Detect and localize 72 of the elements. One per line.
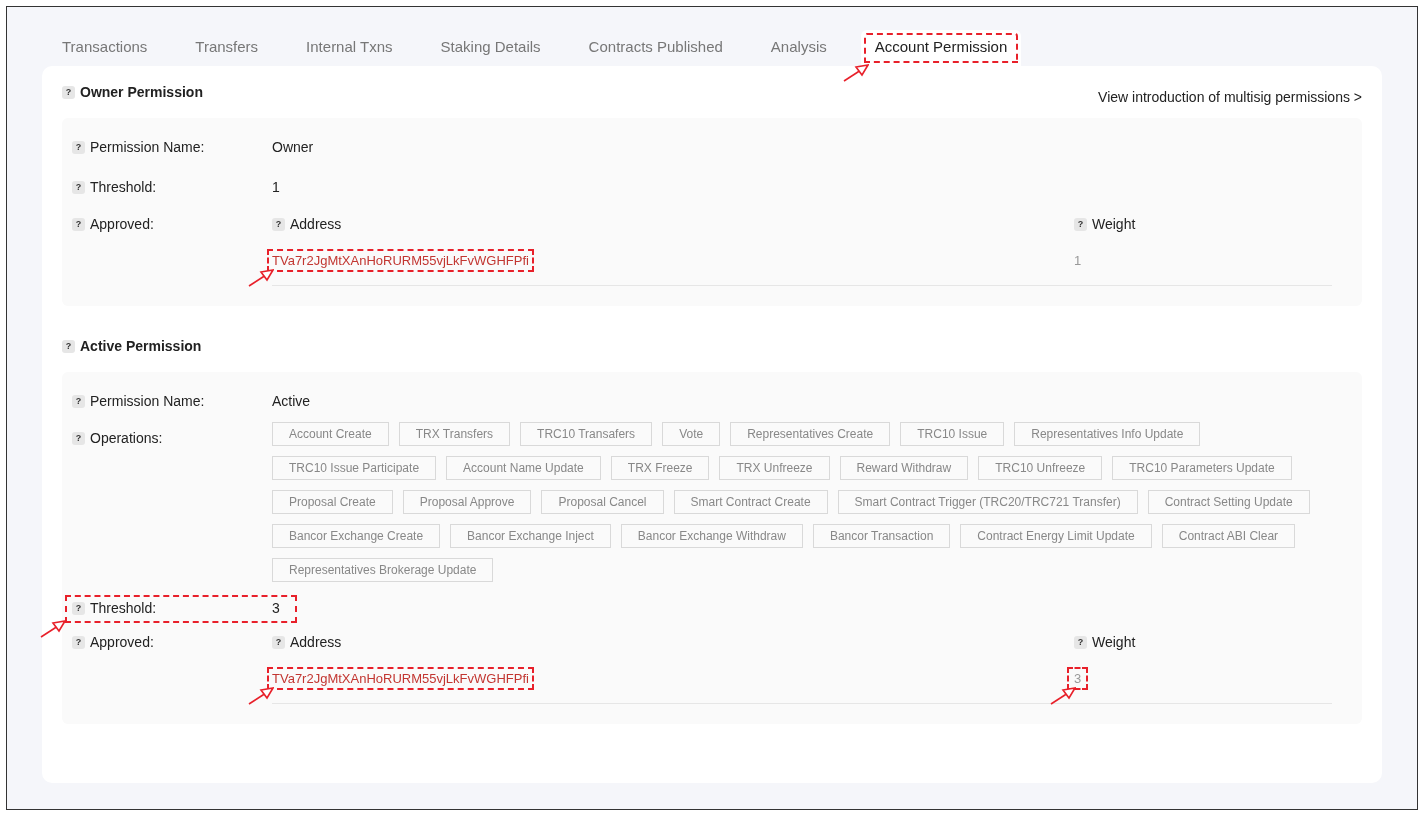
tab[interactable]: Analysis [756, 30, 841, 66]
help-icon[interactable]: ? [1074, 217, 1087, 231]
weight-value: 3 [1066, 666, 1090, 691]
operation-tag: TRC10 Issue [900, 422, 1005, 446]
field-value: Active [272, 393, 311, 409]
column-header: Weight [1092, 216, 1136, 232]
intro-link[interactable]: View introduction of multisig permissions > [1098, 80, 1362, 105]
operation-tag: TRC10 Unfreeze [978, 456, 1103, 480]
help-icon[interactable]: ? [272, 217, 285, 231]
help-icon[interactable]: ? [72, 217, 85, 231]
operation-tag: Contract Energy Limit Update [960, 524, 1152, 548]
field-label: Permission Name: [90, 393, 205, 409]
field-label: Threshold: [90, 179, 157, 195]
operation-tag: Proposal Approve [402, 490, 532, 514]
operation-tag: Vote [662, 422, 721, 446]
address-link[interactable]: TVa7r2JgMtXAnHoRURM55vjLkFvWGHFPfi [266, 666, 535, 691]
field-label: Operations: [90, 430, 163, 446]
operation-tag: Representatives Info Update [1014, 422, 1201, 446]
operation-tag: TRX Unfreeze [719, 456, 830, 480]
column-header: Weight [1092, 634, 1136, 650]
weight-value: 1 [1073, 252, 1083, 270]
operation-tag: TRC10 Issue Participate [272, 456, 437, 480]
operation-tag: Contract Setting Update [1147, 490, 1310, 514]
operation-tag: Smart Contract Trigger (TRC20/TRC721 Transfer) [837, 490, 1138, 514]
operation-tag: TRX Freeze [610, 456, 710, 480]
tab[interactable]: Contracts Published [574, 30, 737, 66]
operation-tag: Account Create [272, 422, 389, 446]
help-icon[interactable]: ? [72, 635, 85, 649]
column-header: Address [290, 634, 342, 650]
operation-tag: TRC10 Parameters Update [1112, 456, 1292, 480]
field-label: Threshold: [90, 600, 157, 616]
tab[interactable]: Account Permission [860, 30, 1022, 66]
help-icon[interactable]: ? [272, 635, 285, 649]
field-value: 1 [272, 179, 280, 195]
help-icon[interactable]: ? [72, 601, 85, 615]
field-value: 3 [272, 600, 280, 616]
field-label: Permission Name: [90, 139, 205, 155]
annotation-arrow-icon [248, 687, 274, 705]
operation-tag: Representatives Brokerage Update [272, 558, 494, 582]
help-icon[interactable]: ? [1074, 635, 1087, 649]
tab[interactable]: Internal Txns [292, 30, 407, 66]
tab[interactable]: Transfers [181, 30, 273, 66]
section-title: Owner Permission [80, 84, 203, 100]
field-value: Owner [272, 139, 314, 155]
help-icon[interactable]: ? [72, 431, 85, 445]
operation-tag: Proposal Cancel [541, 490, 664, 514]
help-icon[interactable]: ? [72, 180, 85, 194]
tab[interactable]: Transactions [48, 30, 162, 66]
operation-tag: Account Name Update [446, 456, 601, 480]
field-label: Approved: [90, 216, 154, 232]
help-icon[interactable]: ? [62, 85, 75, 99]
field-label: Approved: [90, 634, 154, 650]
section-title: Active Permission [80, 338, 202, 354]
operation-tag: Bancor Exchange Create [272, 524, 441, 548]
operation-tag: TRC10 Transafers [520, 422, 653, 446]
help-icon[interactable]: ? [72, 394, 85, 408]
address-link[interactable]: TVa7r2JgMtXAnHoRURM55vjLkFvWGHFPfi [266, 248, 535, 273]
operation-tag: Bancor Exchange Inject [450, 524, 611, 548]
operation-tag: TRX Transfers [398, 422, 511, 446]
operation-tag: Representatives Create [730, 422, 891, 446]
annotation-arrow-icon [1050, 687, 1076, 705]
help-icon[interactable]: ? [72, 140, 85, 154]
operation-tag: Proposal Create [272, 490, 393, 514]
help-icon[interactable]: ? [62, 339, 75, 353]
tab[interactable]: Staking Details [426, 30, 555, 66]
column-header: Address [290, 216, 342, 232]
annotation-arrow-icon [248, 269, 274, 287]
operation-tag: Smart Contract Create [673, 490, 828, 514]
operation-tag: Contract ABI Clear [1161, 524, 1296, 548]
operation-tag: Bancor Exchange Withdraw [620, 524, 803, 548]
operation-tag: Reward Withdraw [839, 456, 969, 480]
operation-tag: Bancor Transaction [812, 524, 951, 548]
